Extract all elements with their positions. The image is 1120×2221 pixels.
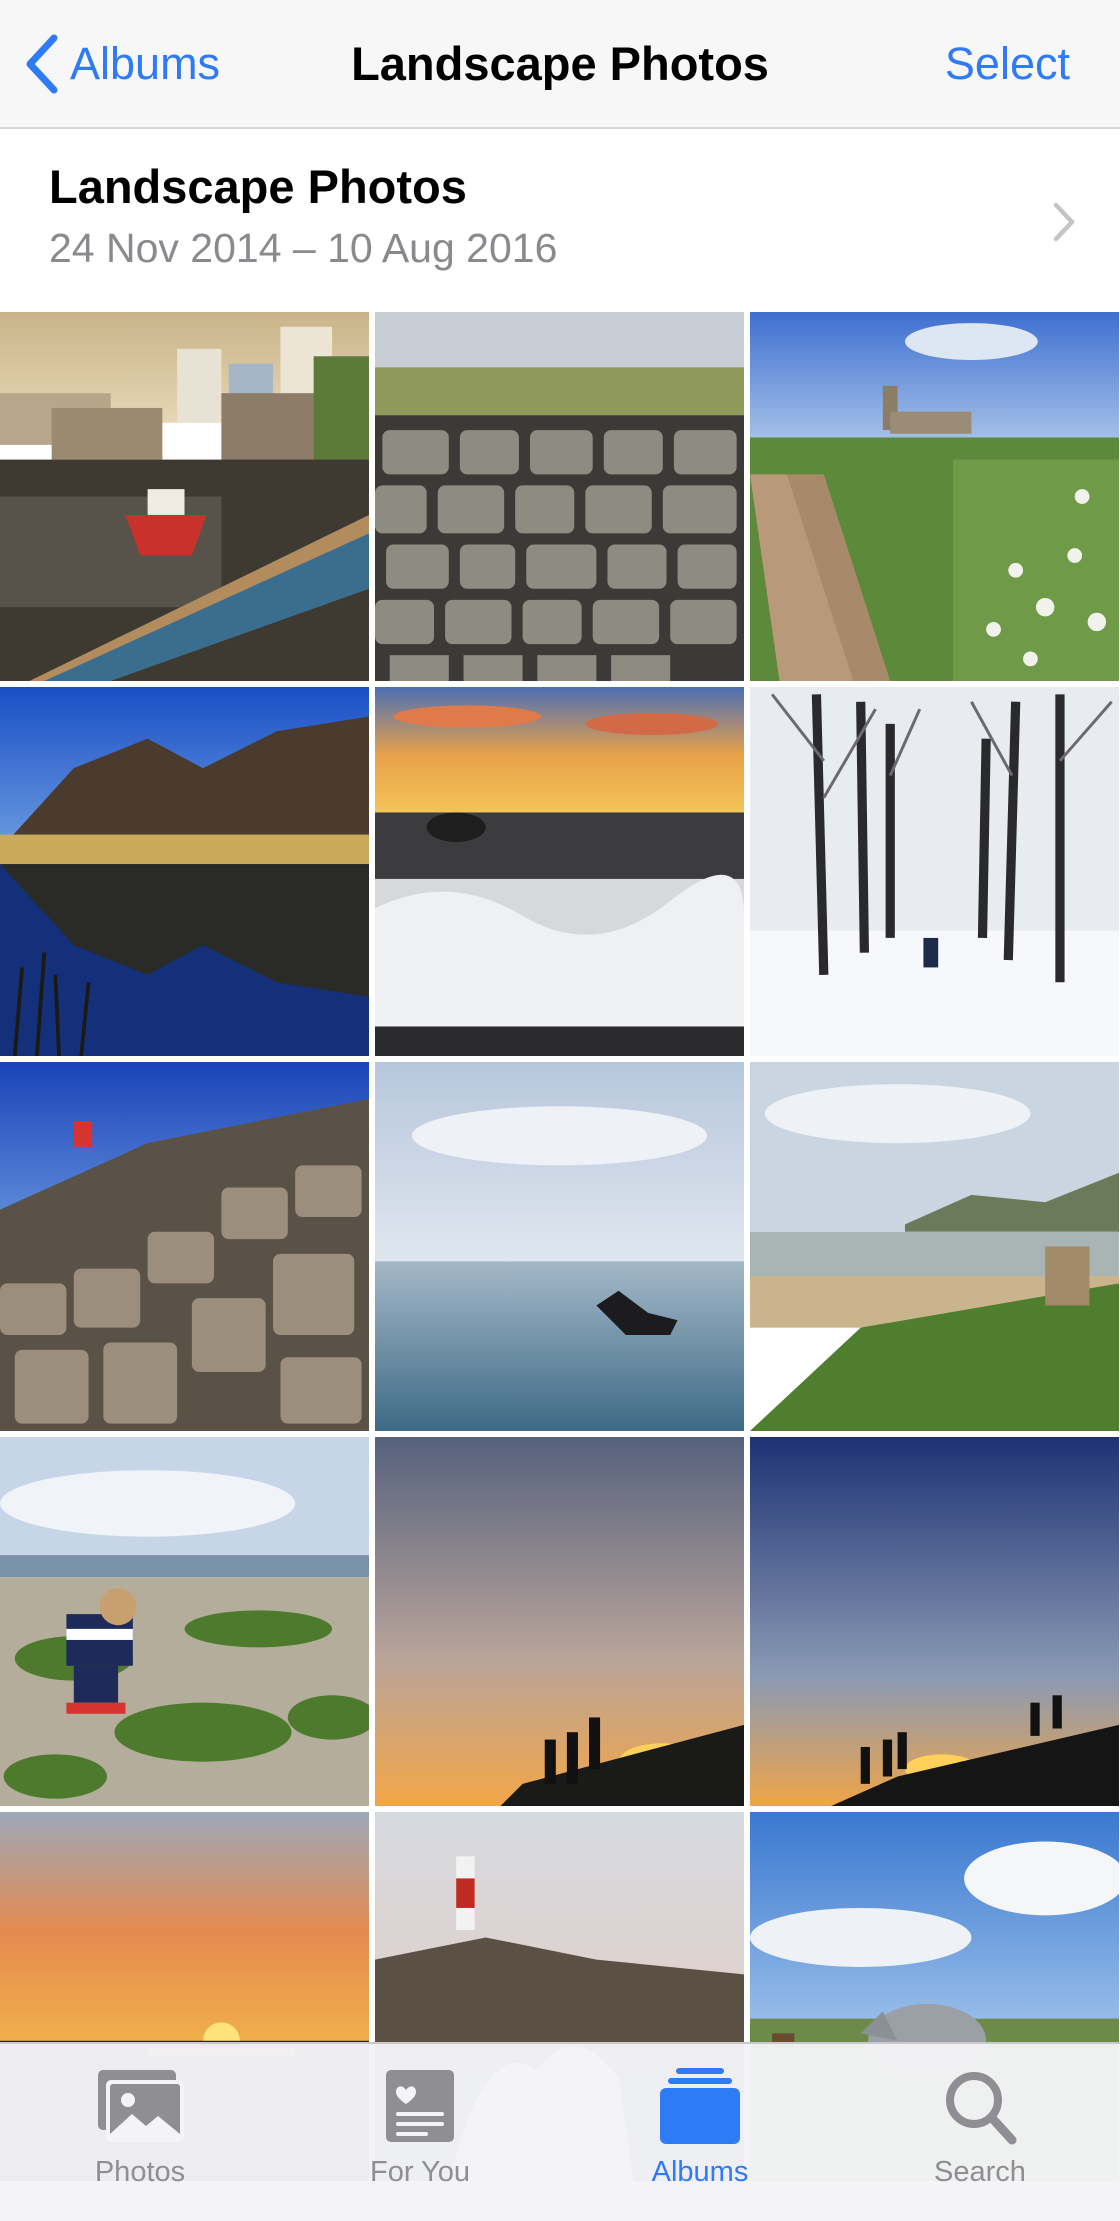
albums-icon (660, 2068, 740, 2144)
rock-columns-climber-image (0, 1062, 369, 1431)
photo-thumbnail[interactable] (375, 312, 744, 681)
tab-albums-label: Albums (651, 2156, 749, 2188)
harbour-boats-image (0, 312, 369, 681)
for-you-icon (386, 2070, 454, 2142)
chevron-left-icon (26, 34, 58, 94)
tab-search-label: Search (934, 2156, 1026, 2188)
mountain-lake-reflection-image (0, 687, 369, 1056)
child-on-seaweed-beach-image (0, 1437, 369, 1806)
photos-icon (98, 2070, 184, 2142)
sunset-waves-image (375, 687, 744, 1056)
photo-thumbnail[interactable] (0, 312, 369, 681)
navigation-bar: Albums Landscape Photos Select (0, 0, 1120, 129)
photo-thumbnail[interactable] (0, 687, 369, 1056)
tab-albums[interactable]: Albums (560, 2044, 840, 2221)
stone-wall-grass-image (375, 312, 744, 681)
back-button[interactable]: Albums (22, 30, 220, 98)
album-title: Landscape Photos (49, 160, 467, 213)
photo-thumbnail[interactable] (0, 1437, 369, 1806)
photo-grid (0, 312, 1120, 2181)
photo-thumbnail[interactable] (0, 1062, 369, 1431)
tab-photos-label: Photos (94, 2156, 186, 2188)
dog-in-sea-image (375, 1062, 744, 1431)
album-header[interactable]: Landscape Photos 24 Nov 2014 – 10 Aug 20… (0, 129, 1120, 310)
tab-bar: Photos For You Albums Search (0, 2042, 1120, 2221)
country-path-church-image (750, 312, 1119, 681)
tab-photos[interactable]: Photos (0, 2044, 280, 2221)
album-date-range: 24 Nov 2014 – 10 Aug 2016 (49, 225, 558, 271)
snowy-tree-avenue-image (750, 687, 1119, 1056)
select-button[interactable]: Select (945, 30, 1070, 98)
photo-thumbnail[interactable] (375, 1062, 744, 1431)
search-icon (946, 2072, 1017, 2145)
photo-thumbnail[interactable] (750, 312, 1119, 681)
silhouettes-dusk-image (750, 1437, 1119, 1806)
back-button-label: Albums (70, 38, 221, 89)
coastal-beach-grass-image (750, 1062, 1119, 1431)
photo-thumbnail[interactable] (750, 1437, 1119, 1806)
chevron-right-icon (1053, 202, 1075, 242)
photo-thumbnail[interactable] (375, 1437, 744, 1806)
photo-thumbnail[interactable] (750, 687, 1119, 1056)
photo-thumbnail[interactable] (750, 1062, 1119, 1431)
photo-thumbnail[interactable] (375, 687, 744, 1056)
tab-search[interactable]: Search (840, 2044, 1120, 2221)
tab-for-you-label: For You (370, 2156, 470, 2188)
silhouettes-sunset-image (375, 1437, 744, 1806)
tab-for-you[interactable]: For You (280, 2044, 560, 2221)
